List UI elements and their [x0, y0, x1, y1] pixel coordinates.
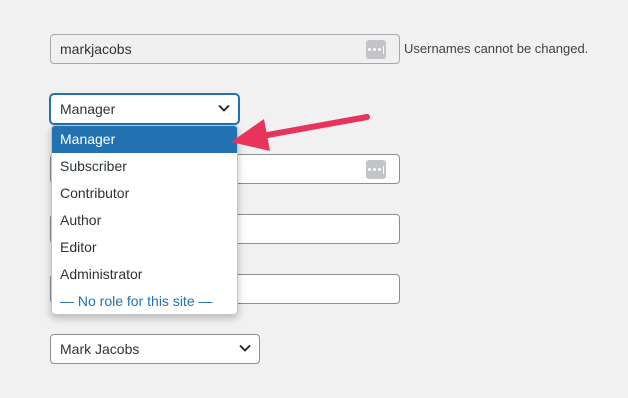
user-profile-page: markjacobs Usernames cannot be changed. …: [0, 0, 628, 398]
username-field[interactable]: markjacobs: [50, 34, 400, 64]
role-option-administrator[interactable]: Administrator: [52, 261, 237, 288]
role-option-author[interactable]: Author: [52, 207, 237, 234]
role-option-subscriber[interactable]: Subscriber: [52, 153, 237, 180]
role-dropdown-list: Manager Subscriber Contributor Author Ed…: [51, 125, 238, 315]
role-select-value: Manager: [60, 101, 116, 117]
chevron-down-icon: [239, 344, 251, 352]
username-value: markjacobs: [60, 41, 132, 57]
username-hint: Usernames cannot be changed.: [404, 41, 589, 56]
display-name-value: Mark Jacobs: [60, 341, 140, 357]
display-name-select[interactable]: Mark Jacobs: [50, 334, 260, 364]
role-option-manager[interactable]: Manager: [52, 126, 237, 153]
role-option-editor[interactable]: Editor: [52, 234, 237, 261]
chevron-down-icon: [218, 104, 230, 112]
role-option-contributor[interactable]: Contributor: [52, 180, 237, 207]
password-manager-icon[interactable]: [366, 40, 386, 59]
role-option-no-role[interactable]: — No role for this site —: [52, 288, 237, 314]
password-manager-icon[interactable]: [366, 160, 386, 179]
role-select[interactable]: Manager: [50, 94, 239, 124]
